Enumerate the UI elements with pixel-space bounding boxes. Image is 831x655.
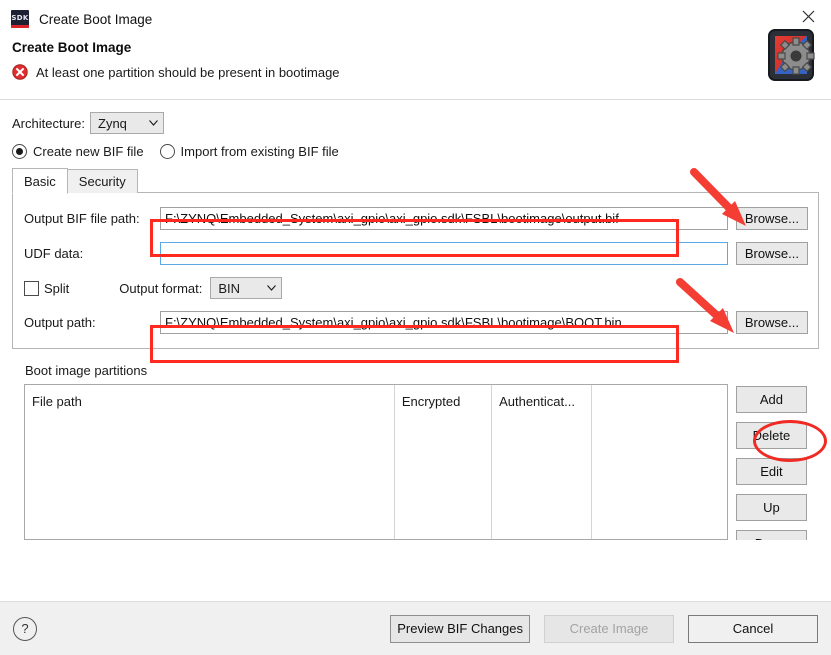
architecture-value: Zynq — [98, 115, 127, 131]
window-title: Create Boot Image — [39, 11, 153, 27]
edit-partition-button[interactable]: Edit — [735, 458, 807, 485]
dialog-body: Architecture: Zynq Create new BIF file I… — [0, 100, 831, 540]
bif-mode-radio-group: Create new BIF file Import from existing… — [12, 144, 819, 159]
tab-strip: Basic Security — [12, 168, 819, 194]
page-title: Create Boot Image — [12, 40, 132, 55]
udf-data-row: UDF data: Browse... — [18, 242, 808, 265]
chevron-down-icon — [143, 120, 163, 126]
dialog-footer: ? Preview BIF Changes Create Image Cance… — [0, 601, 831, 655]
validation-message: At least one partition should be present… — [36, 64, 340, 80]
error-icon — [12, 64, 28, 80]
radio-indicator — [12, 144, 27, 159]
architecture-row: Architecture: Zynq — [12, 112, 819, 134]
cancel-button[interactable]: Cancel — [688, 614, 818, 643]
sdk-icon: SDK — [11, 10, 29, 28]
sdk-board-gear-icon — [763, 26, 823, 86]
column-label: File path — [32, 393, 82, 409]
move-down-button[interactable]: Down — [735, 530, 807, 540]
validation-message-row: At least one partition should be present… — [12, 64, 831, 80]
column-label: Authenticat... — [499, 393, 575, 409]
sdk-icon-stripe — [11, 25, 29, 28]
radio-import-existing-bif[interactable]: Import from existing BIF file — [159, 144, 339, 159]
column-label: Encrypted — [401, 393, 461, 409]
output-format-value: BIN — [218, 280, 241, 296]
tab-security-label: Security — [78, 174, 126, 189]
delete-partition-button[interactable]: Delete — [735, 422, 807, 449]
column-header-authenticated[interactable]: Authenticat... — [492, 385, 593, 539]
browse-output-bif-button[interactable]: Browse... — [735, 207, 808, 230]
radio-create-new-bif-label: Create new BIF file — [33, 144, 144, 159]
output-bif-label: Output BIF file path: — [24, 211, 140, 226]
output-path-row: Output path: F:\ZYNQ\Embedded_System\axi… — [18, 311, 808, 334]
radio-import-existing-bif-label: Import from existing BIF file — [180, 144, 339, 159]
move-up-button[interactable]: Up — [735, 494, 807, 521]
help-icon[interactable]: ? — [13, 616, 37, 641]
chevron-down-icon — [261, 285, 281, 291]
architecture-select[interactable]: Zynq — [90, 112, 164, 134]
sdk-icon-text: SDK — [11, 13, 29, 22]
title-bar: SDK Create Boot Image — [0, 0, 831, 38]
table-header-row: File path Encrypted Authenticat... — [25, 385, 727, 539]
output-bif-input[interactable]: F:\ZYNQ\Embedded_System\axi_gpio\axi_gpi… — [160, 207, 728, 230]
dialog-header: Create Boot Image At least one partition… — [0, 29, 831, 100]
partitions-section-label: Boot image partitions — [25, 363, 148, 378]
udf-data-label: UDF data: — [24, 246, 84, 261]
output-format-select[interactable]: BIN — [210, 277, 283, 299]
column-header-extra[interactable] — [592, 385, 727, 539]
output-bif-row: Output BIF file path: F:\ZYNQ\Embedded_S… — [18, 207, 808, 230]
browse-output-path-button[interactable]: Browse... — [735, 311, 808, 334]
split-checkbox[interactable] — [24, 280, 39, 296]
udf-data-input[interactable] — [160, 242, 728, 265]
tab-basic[interactable]: Basic — [12, 168, 68, 194]
radio-create-new-bif[interactable]: Create new BIF file — [12, 144, 144, 159]
browse-udf-data-button[interactable]: Browse... — [735, 242, 808, 265]
partitions-area: File path Encrypted Authenticat... Add D… — [24, 384, 807, 540]
tab-security[interactable]: Security — [66, 169, 138, 193]
column-header-file-path[interactable]: File path — [25, 385, 395, 539]
preview-bif-changes-button[interactable]: Preview BIF Changes — [390, 614, 530, 643]
partitions-table[interactable]: File path Encrypted Authenticat... — [24, 384, 728, 540]
output-path-input[interactable]: F:\ZYNQ\Embedded_System\axi_gpio\axi_gpi… — [160, 311, 728, 334]
output-path-label: Output path: — [24, 315, 96, 330]
column-header-encrypted[interactable]: Encrypted — [395, 385, 493, 539]
tab-panel-basic: Output BIF file path: F:\ZYNQ\Embedded_S… — [12, 192, 819, 349]
output-format-label: Output format: — [119, 280, 203, 296]
add-partition-button[interactable]: Add — [735, 386, 807, 413]
split-and-format-row: Split Output format: BIN — [18, 277, 808, 299]
architecture-label: Architecture: — [12, 115, 85, 131]
tab-basic-label: Basic — [24, 173, 56, 189]
create-image-button: Create Image — [544, 614, 674, 643]
partitions-button-column: Add Delete Edit Up Down — [735, 384, 807, 540]
split-label: Split — [44, 280, 70, 296]
radio-indicator — [159, 144, 175, 159]
